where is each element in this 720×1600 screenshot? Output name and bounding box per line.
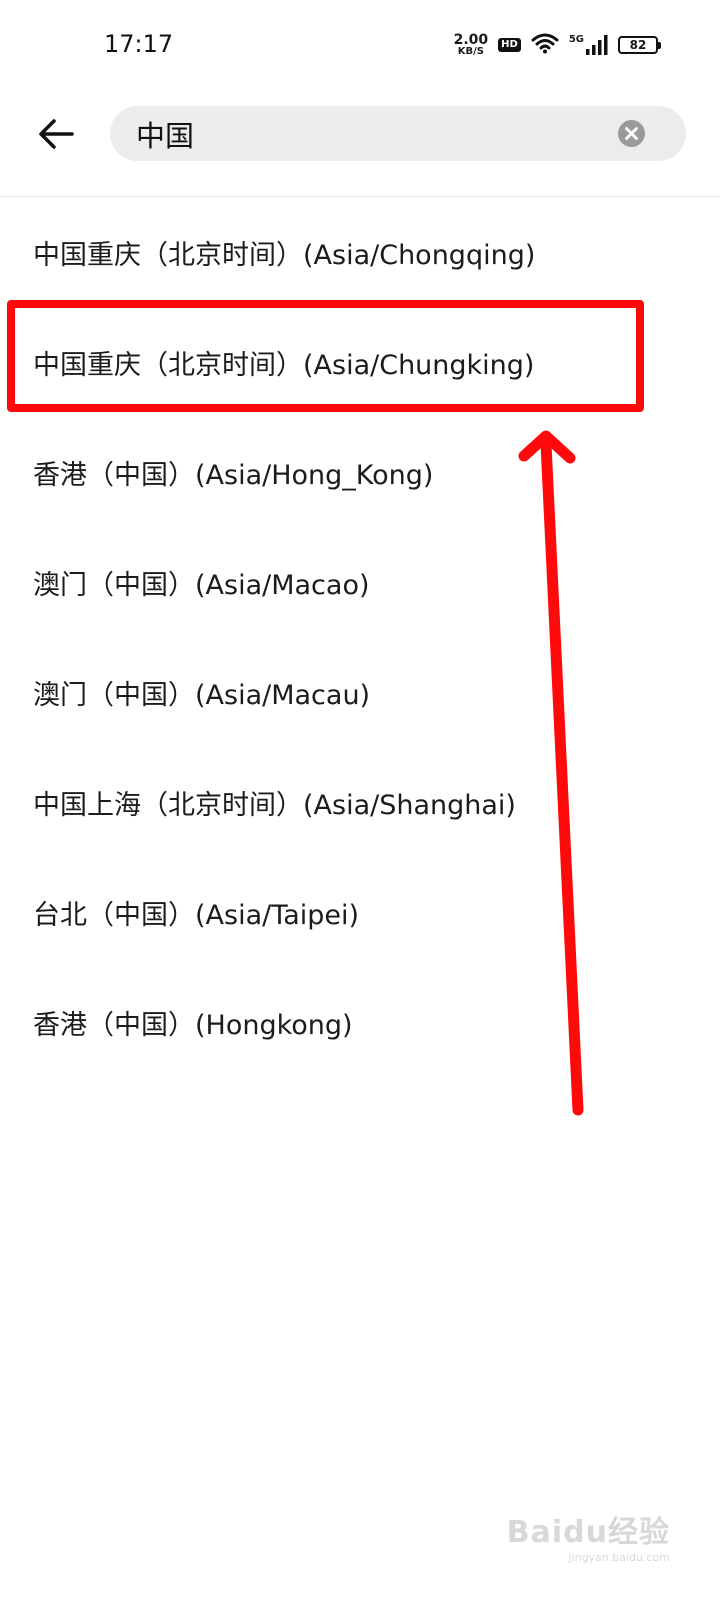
battery-icon: 82 bbox=[618, 36, 661, 54]
timezone-item[interactable]: 澳门（中国）(Asia/Macao) bbox=[0, 527, 720, 637]
wifi-icon bbox=[531, 32, 559, 58]
network-speed-unit: KB/S bbox=[457, 46, 484, 57]
timezone-item[interactable]: 香港（中国）(Asia/Hong_Kong) bbox=[0, 417, 720, 527]
timezone-item[interactable]: 中国重庆（北京时间）(Asia/Chungking) bbox=[0, 307, 720, 417]
timezone-item[interactable]: 中国上海（北京时间）(Asia/Shanghai) bbox=[0, 747, 720, 857]
watermark-url: jingyan.baidu.com bbox=[568, 1551, 670, 1564]
timezone-item[interactable]: 香港（中国）(Hongkong) bbox=[0, 967, 720, 1077]
back-arrow-icon bbox=[39, 119, 74, 149]
timezone-item[interactable]: 台北（中国）(Asia/Taipei) bbox=[0, 857, 720, 967]
watermark-logo: Baidu经验 bbox=[506, 1515, 670, 1550]
status-time: 17:17 bbox=[104, 30, 174, 58]
battery-level: 82 bbox=[629, 38, 647, 52]
network-speed: 2.00 KB/S bbox=[454, 33, 489, 57]
clear-search-button[interactable] bbox=[618, 120, 645, 147]
back-button[interactable] bbox=[30, 108, 82, 160]
status-icons: 2.00 KB/S HD 5G 82 bbox=[454, 30, 661, 60]
hd-badge: HD bbox=[498, 38, 521, 52]
search-input[interactable] bbox=[136, 106, 606, 161]
clear-icon bbox=[618, 120, 645, 147]
search-box bbox=[110, 106, 686, 161]
status-bar: 17:17 2.00 KB/S HD 5G 82 bbox=[0, 0, 720, 90]
timezone-list: 中国重庆（北京时间）(Asia/Chongqing) 中国重庆（北京时间）(As… bbox=[0, 197, 720, 1077]
timezone-item[interactable]: 中国重庆（北京时间）(Asia/Chongqing) bbox=[0, 197, 720, 307]
signal-icon: 5G bbox=[569, 35, 608, 55]
network-speed-value: 2.00 bbox=[453, 32, 489, 48]
signal-label: 5G bbox=[568, 34, 584, 45]
timezone-item[interactable]: 澳门（中国）(Asia/Macau) bbox=[0, 637, 720, 747]
watermark: Baidu经验 jingyan.baidu.com bbox=[507, 1507, 670, 1564]
